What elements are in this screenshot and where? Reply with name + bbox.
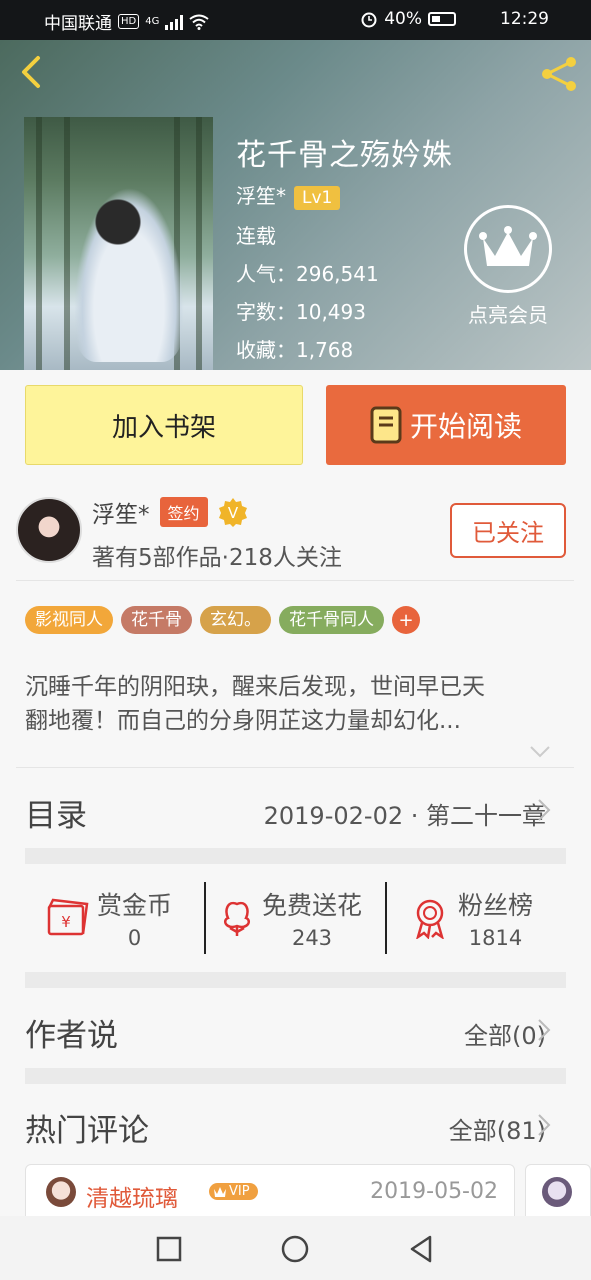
- comment-card[interactable]: [525, 1164, 591, 1224]
- medal-icon: [416, 899, 444, 939]
- svg-text:¥: ¥: [61, 913, 71, 931]
- tag-item[interactable]: 影视同人: [25, 606, 113, 634]
- comment-card[interactable]: 清越琉璃 VIP 2019-05-02: [25, 1164, 515, 1224]
- battery-icon: [428, 12, 456, 26]
- tag-item[interactable]: 花千骨: [121, 606, 192, 634]
- book-header: 花千骨之殇妗姝 浮笙* Lv1 连载 人气：296,541 字数：10,493 收…: [0, 40, 591, 370]
- favorites-row: 收藏：1,768: [236, 338, 354, 362]
- share-icon[interactable]: [537, 54, 581, 94]
- send-flower-button[interactable]: 免费送花 243: [218, 880, 362, 956]
- status-bar: 中国联通 HD 4G 40% 12:29: [0, 0, 591, 40]
- crown-icon: [479, 226, 537, 266]
- word-count-row: 字数：10,493: [236, 300, 366, 324]
- member-label: 点亮会员: [468, 303, 548, 327]
- word-count-value: 10,493: [296, 300, 366, 324]
- tag-item[interactable]: 花千骨同人: [279, 606, 384, 634]
- book-description[interactable]: 沉睡千年的阴阳玦，醒来后发现，世间早已天 翻地覆！而自己的分身阴芷这力量却幻化.…: [25, 670, 570, 738]
- fan-ranking-value: 1814: [468, 926, 523, 950]
- book-icon: [370, 406, 402, 444]
- tag-item[interactable]: 玄幻。: [200, 606, 271, 634]
- popularity-row: 人气：296,541: [236, 262, 379, 286]
- commenter-name[interactable]: 清越琉璃: [86, 1179, 178, 1213]
- chevron-right-icon[interactable]: [537, 1113, 551, 1137]
- chevron-right-icon[interactable]: [537, 798, 551, 822]
- network-label: 4G: [145, 16, 160, 27]
- chevron-down-icon[interactable]: [528, 742, 552, 762]
- hot-comments-all[interactable]: 全部(81): [449, 1111, 546, 1146]
- author-name-row: 浮笙* 签约 V: [92, 495, 248, 529]
- chevron-right-icon[interactable]: [537, 1018, 551, 1042]
- back-arrow-icon[interactable]: [14, 54, 50, 90]
- clock: 12:29: [500, 9, 549, 29]
- author-says-all[interactable]: 全部(0): [464, 1016, 546, 1051]
- commenter-avatar[interactable]: [46, 1177, 76, 1207]
- author-says-title: 作者说: [25, 1018, 118, 1054]
- vip-badge: VIP: [209, 1183, 258, 1200]
- back-icon[interactable]: [408, 1234, 434, 1264]
- hot-comments-title: 热门评论: [25, 1113, 149, 1149]
- recent-apps-icon[interactable]: [156, 1236, 182, 1262]
- hd-icon: HD: [118, 14, 140, 29]
- level-badge: Lv1: [294, 185, 341, 210]
- reward-coins-button[interactable]: ¥ 赏金币 0: [45, 880, 172, 956]
- system-nav-bar: [0, 1216, 591, 1280]
- verified-icon: V: [218, 498, 247, 527]
- book-status: 连载: [236, 224, 276, 248]
- fan-ranking-button[interactable]: 粉丝榜 1814: [410, 880, 533, 956]
- catalog-latest[interactable]: 2019-02-02 · 第二十一章: [264, 796, 546, 831]
- popularity-value: 296,541: [296, 262, 379, 286]
- favorites-value: 1,768: [296, 338, 354, 362]
- carrier-label: 中国联通: [44, 14, 112, 34]
- add-to-shelf-button[interactable]: 加入书架: [25, 385, 303, 465]
- red-envelope-icon: ¥: [47, 898, 89, 936]
- follow-button[interactable]: 已关注: [450, 503, 566, 558]
- book-author[interactable]: 浮笙*: [236, 184, 286, 208]
- add-tag-button[interactable]: +: [392, 606, 420, 634]
- alarm-icon: [361, 12, 377, 28]
- home-icon[interactable]: [280, 1234, 310, 1264]
- book-cover: [24, 117, 213, 370]
- reward-coins-value: 0: [127, 926, 142, 950]
- author-name[interactable]: 浮笙*: [92, 495, 150, 529]
- book-title: 花千骨之殇妗姝: [236, 138, 453, 173]
- commenter-avatar[interactable]: [542, 1177, 572, 1207]
- signed-badge: 签约: [159, 497, 208, 527]
- comment-date: 2019-05-02: [370, 1179, 498, 1204]
- tag-list: 影视同人 花千骨 玄幻。 花千骨同人 +: [25, 606, 420, 634]
- flower-icon: [224, 901, 250, 936]
- crown-icon: [214, 1187, 226, 1197]
- catalog-title[interactable]: 目录: [25, 790, 87, 835]
- divider: [16, 580, 574, 581]
- member-button[interactable]: 点亮会员: [463, 205, 553, 328]
- start-reading-label: 开始阅读: [409, 410, 522, 443]
- start-reading-button[interactable]: 开始阅读: [326, 385, 566, 465]
- author-row: 浮笙* Lv1: [236, 180, 341, 210]
- author-info: 著有5部作品·218人关注: [92, 545, 342, 571]
- wifi-icon: [189, 14, 209, 30]
- send-flower-value: 243: [291, 926, 333, 950]
- svg-text:V: V: [227, 504, 238, 522]
- signal-icon: [165, 14, 184, 30]
- author-avatar[interactable]: [16, 497, 82, 563]
- battery-percent: 40%: [384, 9, 422, 29]
